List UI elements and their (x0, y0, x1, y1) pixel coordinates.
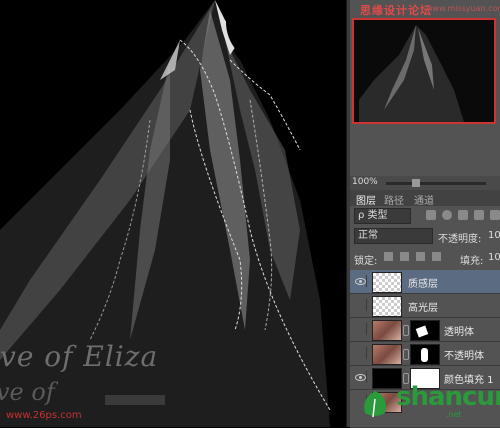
layer-row[interactable]: 高光层 (350, 294, 500, 318)
navigator-zoom-bar: 100% (350, 176, 500, 190)
type-filter-icon[interactable] (458, 210, 468, 220)
blend-mode-select[interactable]: 正常 (354, 228, 433, 244)
lock-row: 锁定: 填充: 10 (350, 248, 500, 268)
mask-link-icon[interactable] (403, 349, 409, 360)
bottom-url-watermark: www.26ps.com (6, 410, 82, 421)
adjustment-filter-icon[interactable] (442, 210, 452, 220)
layer-filter-select[interactable]: ρ 类型 (354, 208, 411, 224)
layer-name: 不透明体 (444, 351, 484, 362)
layer-name: 高光层 (408, 303, 438, 314)
navigator-preview[interactable] (352, 18, 496, 124)
visibility-eye-icon[interactable] (354, 371, 367, 383)
layer-row[interactable]: 质感层 (350, 270, 500, 294)
layer-row[interactable]: 不透明体 (350, 342, 500, 366)
top-url-watermark: www.missyuan.com (426, 4, 500, 13)
layer-filter-row: ρ 类型 (350, 206, 500, 226)
canvas-watermark-line2: ve of (0, 378, 55, 406)
zoom-slider[interactable] (386, 182, 486, 185)
layer-thumbnail (372, 320, 402, 341)
smart-object-filter-icon[interactable] (490, 210, 500, 220)
shape-filter-icon[interactable] (474, 210, 484, 220)
document-canvas[interactable]: ve of Eliza ve of www.26ps.com (0, 0, 346, 427)
fill-label: 填充: (460, 256, 484, 267)
fill-value[interactable]: 10 (488, 252, 500, 263)
canvas-watermark-line1: ve of Eliza (0, 340, 159, 373)
layer-row[interactable]: 透明体 (350, 318, 500, 342)
opacity-value[interactable]: 10 (488, 230, 500, 241)
lock-pixels-icon[interactable] (400, 252, 409, 261)
lock-label: 锁定: (354, 256, 378, 267)
tab-layers[interactable]: 图层 (356, 192, 376, 207)
navigator-thumbnail (359, 25, 464, 122)
top-site-watermark: 思缘设计论坛 (360, 4, 432, 17)
layer-name: 质感层 (408, 279, 438, 290)
layer-name: 透明体 (444, 327, 474, 338)
shancun-logo-suffix: .net (446, 410, 462, 419)
visibility-eye-icon[interactable] (354, 299, 367, 311)
image-filter-icon[interactable] (426, 210, 436, 220)
visibility-eye-icon[interactable] (354, 323, 367, 335)
layer-mask-thumbnail[interactable] (410, 320, 440, 341)
opacity-label: 不透明度: (438, 234, 482, 245)
shancun-logo: shancun (396, 382, 500, 412)
layer-mask-thumbnail[interactable] (410, 344, 440, 365)
lock-transparency-icon[interactable] (384, 252, 393, 261)
lock-position-icon[interactable] (416, 252, 425, 261)
zoom-level[interactable]: 100% (352, 177, 378, 187)
layer-thumbnail (372, 272, 402, 293)
visibility-eye-icon[interactable] (354, 275, 367, 287)
zoom-slider-handle[interactable] (412, 179, 420, 187)
blend-row: 正常 不透明度: 10 (350, 226, 500, 246)
layer-thumbnail (372, 296, 402, 317)
shancun-leaf-icon (364, 391, 386, 418)
panel-tabs: 图层 路径 通道 (350, 190, 500, 207)
mask-link-icon[interactable] (403, 325, 409, 336)
layer-thumbnail (372, 344, 402, 365)
tab-channels[interactable]: 通道 (414, 192, 434, 207)
visibility-eye-icon[interactable] (354, 347, 367, 359)
lock-all-icon[interactable] (432, 252, 441, 261)
tab-paths[interactable]: 路径 (384, 192, 404, 207)
